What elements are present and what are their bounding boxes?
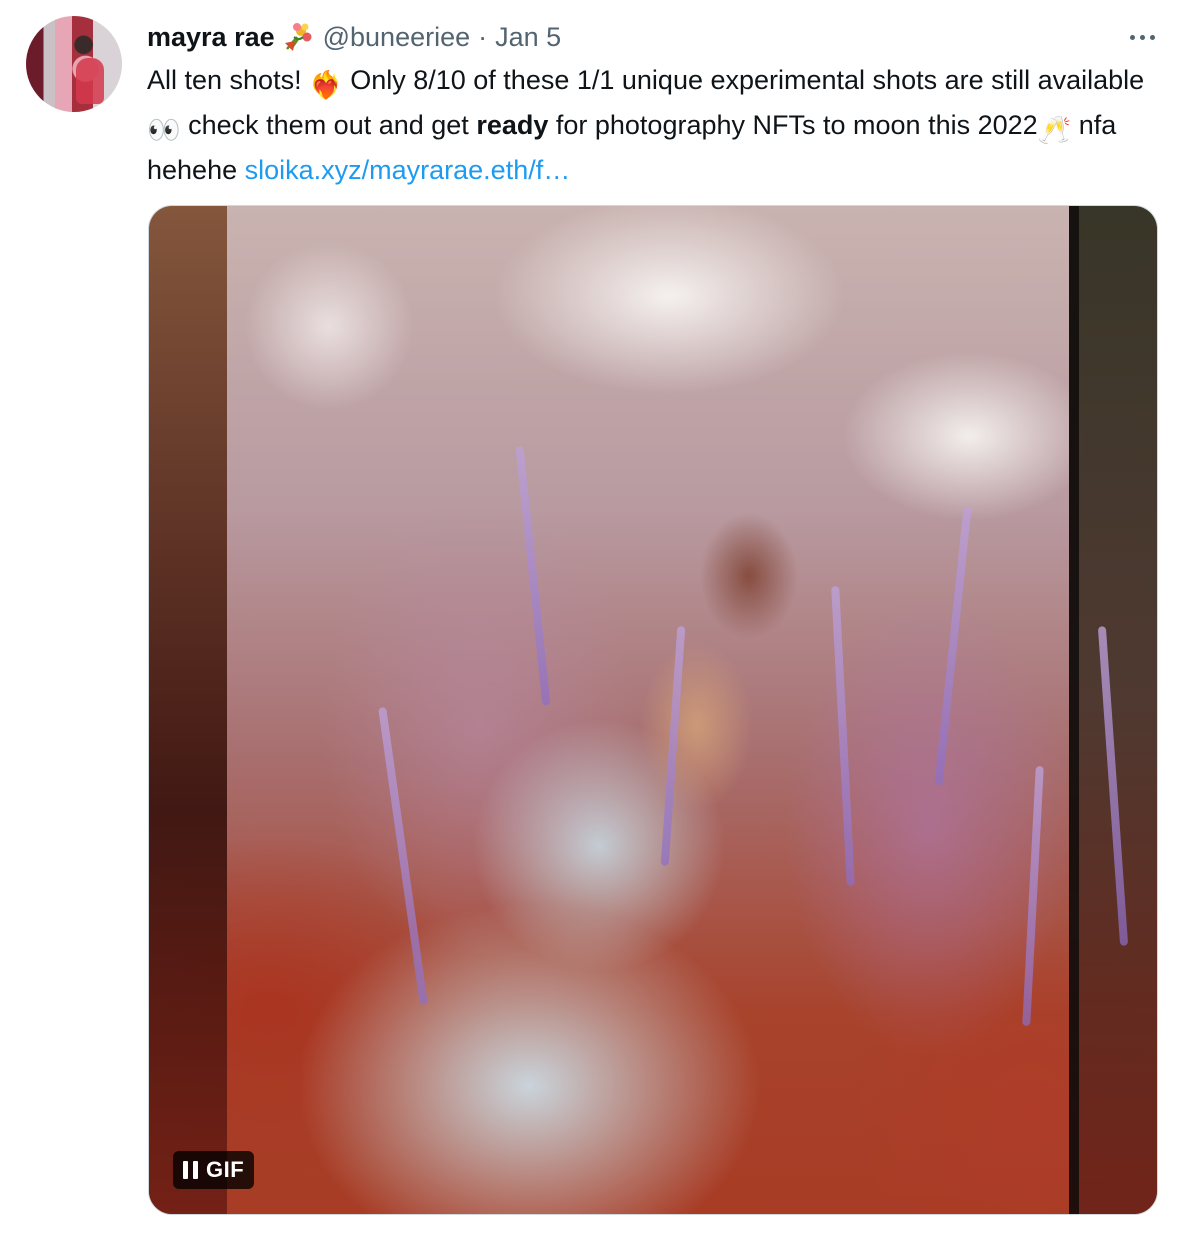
header-separator: · [478,22,488,52]
gif-label: GIF [206,1157,245,1182]
tweet-text-part: All ten shots! [147,65,310,95]
tweet-header: mayra rae @buneeriee · Jan 5 [147,20,561,54]
tweet-text-part: for photography NFTs to moon this 2022 [548,110,1038,140]
author-handle[interactable]: @buneeriee [323,20,471,54]
media-film-edge [149,206,227,1214]
flower-sprig [660,626,686,866]
fire-heart-icon: ❤️‍🔥 [309,70,343,100]
tweet-date[interactable]: Jan 5 [495,20,561,54]
author-name[interactable]: mayra rae [147,20,275,54]
tweet[interactable]: mayra rae @buneeriee · Jan 5 All ten sho… [0,0,1204,1234]
media-film-edge [1069,206,1157,1214]
gif-media[interactable] [148,205,1158,1215]
tweet-link[interactable]: sloika.xyz/mayrarae.eth/f… [245,155,571,185]
eyes-icon: 👀 [147,115,181,145]
gif-badge[interactable]: GIF [173,1151,255,1189]
flower-sprig [934,506,972,786]
tweet-text-part: check them out and get [180,110,477,140]
flower-sprig [831,585,855,887]
more-options-icon[interactable] [1122,20,1162,54]
pause-icon[interactable] [183,1161,198,1179]
flower-sprig [378,706,428,1006]
avatar[interactable] [26,16,122,112]
cheers-icon: 🥂 [1037,115,1072,145]
tweet-text: All ten shots! ❤️‍🔥 Only 8/10 of these 1… [147,60,1157,190]
tweet-text-part: Only 8/10 of these 1/1 unique experiment… [342,65,1145,95]
tweet-text-bold: ready [476,110,549,140]
bouquet-icon [284,23,312,51]
flower-sprig [1022,765,1044,1027]
flower-sprig [515,446,551,706]
